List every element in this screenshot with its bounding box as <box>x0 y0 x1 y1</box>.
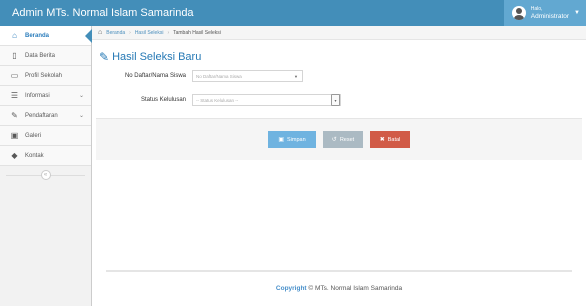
cancel-button[interactable]: ✖ Batal <box>370 131 410 148</box>
app-title[interactable]: Admin MTs. Normal Islam Samarinda <box>0 7 504 19</box>
save-label: Simpan <box>287 136 306 143</box>
top-navbar: Admin MTs. Normal Islam Samarinda Halo, … <box>0 0 586 26</box>
form-actions: ▣ Simpan ↺ Reset ✖ Batal <box>96 118 582 160</box>
home-icon: ⌂ <box>12 31 17 40</box>
save-button[interactable]: ▣ Simpan <box>268 131 316 148</box>
sidebar-item-label: Galeri <box>25 132 42 139</box>
undo-icon: ↺ <box>331 137 337 143</box>
form-row-status: Status Kelulusan -- Status Kelulusan -- … <box>92 94 341 106</box>
sidebar-collapse: « <box>0 166 91 184</box>
chevron-down-icon: ⌄ <box>78 93 84 99</box>
page-header: ✎ Hasil Seleksi Baru <box>99 50 201 64</box>
sidebar-item-pendaftaran[interactable]: ✎ Pendaftaran ⌄ <box>0 106 91 126</box>
status-select-placeholder: -- Status Kelulusan -- <box>196 97 239 103</box>
caret-down-icon: ▼ <box>574 10 580 16</box>
sidebar-item-informasi[interactable]: ☰ Informasi ⌄ <box>0 86 91 106</box>
form-row-student: No Daftar/Nama Siswa No Daftar/Nama Sisw… <box>92 70 303 82</box>
chevron-down-icon: ▼ <box>294 73 298 79</box>
breadcrumb-link-beranda[interactable]: Beranda <box>106 30 125 36</box>
sidebar-item-label: Beranda <box>25 32 50 39</box>
tag-icon: ◆ <box>11 151 18 160</box>
student-label: No Daftar/Nama Siswa <box>124 73 186 79</box>
sidebar-item-label: Profil Sekolah <box>25 72 63 79</box>
student-select-placeholder: No Daftar/Nama Siswa <box>196 73 242 79</box>
footer-text: © MTs. Normal Islam Samarinda <box>308 285 403 292</box>
edit-icon: ✎ <box>99 50 110 64</box>
sidebar-item-label: Pendaftaran <box>25 112 58 119</box>
student-select[interactable]: No Daftar/Nama Siswa ▼ <box>192 70 303 82</box>
breadcrumb-link-hasil-seleksi[interactable]: Hasil Seleksi <box>135 30 164 36</box>
breadcrumb-separator-icon: › <box>129 29 131 36</box>
sidebar-item-label: Kontak <box>25 152 44 159</box>
footer-copyright: Copyright <box>275 285 307 292</box>
sidebar-item-label: Data Berita <box>25 52 56 59</box>
breadcrumb-current: Tambah Hasil Seleksi <box>173 29 221 36</box>
status-select[interactable]: -- Status Kelulusan -- ▾ <box>192 94 341 106</box>
user-welcome: Halo, <box>530 6 543 12</box>
monitor-icon: ▭ <box>10 71 19 80</box>
status-label: Status Kelulusan <box>140 97 186 103</box>
cancel-label: Batal <box>387 136 401 143</box>
sidebar-item-data-berita[interactable]: ▯ Data Berita <box>0 46 91 66</box>
close-icon: ✖ <box>379 137 385 143</box>
breadcrumb: ⌂ Beranda › Hasil Seleksi › Tambah Hasil… <box>92 26 586 40</box>
sidebar-item-galeri[interactable]: ▣ Galeri <box>0 126 91 146</box>
chevron-down-icon: ⌄ <box>78 113 84 119</box>
chevron-down-icon: ▾ <box>331 94 340 106</box>
main-content: ⌂ Beranda › Hasil Seleksi › Tambah Hasil… <box>92 26 586 306</box>
reset-label: Reset <box>339 136 355 143</box>
list-icon: ☰ <box>10 91 19 100</box>
picture-icon: ▣ <box>10 131 19 140</box>
user-avatar-icon <box>511 6 526 20</box>
user-menu[interactable]: Halo, Administrator ▼ <box>503 0 586 26</box>
edit-icon: ✎ <box>11 111 18 120</box>
double-chevron-left-icon[interactable]: « <box>40 170 51 180</box>
reset-button[interactable]: ↺ Reset <box>323 131 363 148</box>
sidebar-item-profil-sekolah[interactable]: ▭ Profil Sekolah <box>0 66 91 86</box>
sidebar-item-beranda[interactable]: ⌂ Beranda <box>0 26 92 46</box>
user-name: Administrator <box>530 13 570 20</box>
sidebar-item-label: Informasi <box>25 92 50 99</box>
sidebar: ⌂ Beranda ▯ Data Berita ▭ Profil Sekolah… <box>0 26 92 306</box>
document-icon: ▯ <box>12 51 17 60</box>
page-title: Hasil Seleksi Baru <box>112 51 202 63</box>
footer: Copyright © MTs. Normal Islam Samarinda <box>106 270 572 292</box>
user-info: Halo, Administrator <box>531 6 569 20</box>
sidebar-item-kontak[interactable]: ◆ Kontak <box>0 146 91 166</box>
home-icon: ⌂ <box>98 29 103 36</box>
breadcrumb-separator-icon: › <box>167 29 170 36</box>
save-icon: ▣ <box>278 137 284 143</box>
